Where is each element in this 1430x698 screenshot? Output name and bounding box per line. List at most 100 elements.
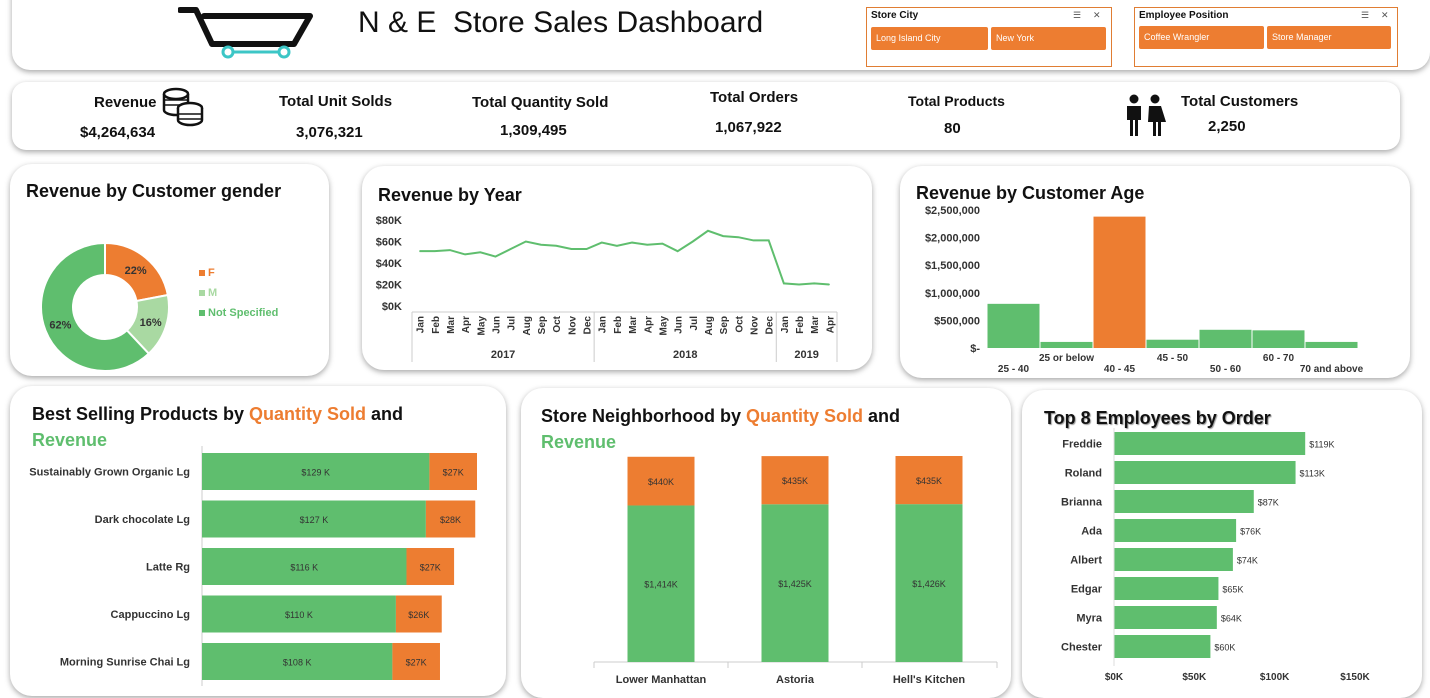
slicer-store-city-title: Store City bbox=[871, 10, 919, 21]
employee-label-7: Chester bbox=[1061, 642, 1103, 654]
y-tick-label-1: $20K bbox=[376, 280, 402, 292]
month-label-22: Nov bbox=[750, 316, 761, 335]
legend-item-1: M bbox=[208, 287, 217, 299]
line-point-15 bbox=[646, 244, 648, 246]
age-bar-4 bbox=[1199, 329, 1252, 348]
kpi-customers-value: 2,250 bbox=[1208, 118, 1246, 135]
product-quantity-label-4: $27K bbox=[406, 658, 427, 668]
age-bar-chart: $- $500,000 $1,000,000 $1,500,000 $2,000,000… bbox=[925, 205, 1364, 375]
line-point-21 bbox=[737, 236, 739, 238]
line-point-1 bbox=[434, 250, 436, 252]
month-label-10: Nov bbox=[567, 316, 578, 335]
month-label-19: Aug bbox=[704, 316, 715, 335]
age-bar-5 bbox=[1252, 330, 1305, 348]
month-label-7: Aug bbox=[522, 316, 533, 335]
employee-label-6: Myra bbox=[1076, 613, 1103, 625]
y-tick-label-2: $40K bbox=[376, 258, 402, 270]
neigh-quantity-label-0: $440K bbox=[648, 477, 674, 487]
multi-select-icon[interactable]: ☰ bbox=[1361, 10, 1369, 21]
employee-bar-0 bbox=[1114, 432, 1306, 455]
legend-swatch-0 bbox=[199, 270, 205, 276]
employee-bar-3 bbox=[1114, 519, 1237, 542]
legend-item-2: Not Specified bbox=[208, 307, 278, 319]
month-label-5: Jun bbox=[491, 316, 502, 334]
slicer-employee-position: Employee Position ☰ ✕ Coffee Wrangler St… bbox=[1134, 7, 1398, 67]
month-label-3: Apr bbox=[461, 316, 472, 333]
neigh-x-label-0: Lower Manhattan bbox=[616, 674, 707, 686]
employee-value-1: $113K bbox=[1300, 469, 1325, 479]
line-point-8 bbox=[540, 244, 542, 246]
neigh-revenue-label-2: $1,426K bbox=[912, 579, 946, 589]
employee-label-5: Edgar bbox=[1071, 584, 1103, 596]
product-revenue-label-4: $108 K bbox=[283, 658, 312, 668]
month-label-8: Sep bbox=[537, 316, 548, 334]
product-revenue-label-3: $110 K bbox=[285, 610, 313, 620]
line-point-22 bbox=[753, 239, 755, 241]
slicer-item-coffee-wrangler[interactable]: Coffee Wrangler bbox=[1139, 26, 1264, 49]
legend-swatch-2 bbox=[199, 310, 205, 316]
employee-value-3: $76K bbox=[1240, 527, 1261, 537]
kpi-revenue-value: $4,264,634 bbox=[80, 124, 156, 141]
slicer-item-store-manager[interactable]: Store Manager bbox=[1267, 26, 1391, 49]
slicer-employee-position-title: Employee Position bbox=[1139, 10, 1229, 21]
line-point-13 bbox=[616, 245, 618, 247]
kpi-orders-label: Total Orders bbox=[710, 89, 799, 106]
kpi-products-label: Total Products bbox=[908, 93, 1005, 109]
year-label-1: 2018 bbox=[673, 349, 697, 361]
product-revenue-label-0: $129 K bbox=[301, 468, 330, 478]
product-quantity-label-0: $27K bbox=[443, 468, 464, 478]
product-label-1: Dark chocolate Lg bbox=[95, 514, 190, 526]
line-point-4 bbox=[479, 251, 481, 253]
neigh-revenue-label-0: $1,414K bbox=[644, 580, 678, 590]
line-point-10 bbox=[570, 248, 572, 250]
shopping-cart-icon bbox=[178, 7, 313, 59]
month-label-17: Jun bbox=[674, 316, 685, 334]
month-label-11: Dec bbox=[583, 316, 594, 335]
neigh-revenue-label-1: $1,425K bbox=[778, 579, 812, 589]
line-point-11 bbox=[586, 248, 588, 250]
legend-swatch-1 bbox=[199, 290, 205, 296]
month-label-9: Oct bbox=[552, 315, 563, 332]
neigh-x-label-1: Astoria bbox=[776, 674, 815, 686]
age-bar-1 bbox=[1040, 341, 1093, 348]
line-point-23 bbox=[768, 239, 770, 241]
month-label-2: Mar bbox=[446, 316, 457, 334]
line-point-19 bbox=[707, 230, 709, 232]
employee-label-3: Ada bbox=[1081, 526, 1103, 538]
clear-filter-icon[interactable]: ✕ bbox=[1381, 10, 1389, 21]
line-point-17 bbox=[677, 250, 679, 252]
employee-value-2: $87K bbox=[1258, 498, 1279, 508]
year-label-2: 2019 bbox=[794, 349, 818, 361]
month-label-0: Jan bbox=[416, 316, 427, 333]
year-label-0: 2017 bbox=[491, 349, 515, 361]
age-bar-2 bbox=[1093, 216, 1146, 348]
product-quantity-label-1: $28K bbox=[440, 515, 461, 525]
age-bar-3 bbox=[1146, 339, 1199, 348]
kpi-quantity-value: 1,309,495 bbox=[500, 122, 567, 139]
neigh-x-label-2: Hell's Kitchen bbox=[893, 674, 966, 686]
kpi-revenue-label: Revenue bbox=[94, 94, 157, 111]
kpi-units-value: 3,076,321 bbox=[296, 124, 363, 141]
month-label-26: Mar bbox=[810, 316, 821, 334]
line-point-20 bbox=[722, 235, 724, 237]
slicer-item-long-island-city[interactable]: Long Island City bbox=[871, 27, 988, 50]
product-label-4: Morning Sunrise Chai Lg bbox=[60, 657, 190, 669]
employee-value-0: $119K bbox=[1309, 440, 1334, 450]
kpi-quantity-label: Total Quantity Sold bbox=[472, 94, 609, 111]
employee-label-1: Roland bbox=[1065, 468, 1102, 480]
employee-bar-4 bbox=[1114, 548, 1233, 571]
employee-bar-5 bbox=[1114, 577, 1219, 600]
slicer-item-new-york[interactable]: New York bbox=[991, 27, 1106, 50]
line-point-24 bbox=[783, 282, 785, 284]
multi-select-icon[interactable]: ☰ bbox=[1073, 10, 1081, 21]
line-point-16 bbox=[661, 243, 663, 245]
line-point-25 bbox=[798, 284, 800, 285]
employee-label-2: Brianna bbox=[1061, 497, 1103, 509]
clear-filter-icon[interactable]: ✕ bbox=[1093, 10, 1101, 21]
coins-icon bbox=[162, 87, 204, 127]
age-y-tick-2: $1,000,000 bbox=[925, 288, 980, 300]
line-point-14 bbox=[631, 242, 633, 244]
month-label-23: Dec bbox=[765, 316, 776, 335]
age-bar-0 bbox=[987, 303, 1040, 348]
month-label-6: Jul bbox=[507, 316, 518, 331]
